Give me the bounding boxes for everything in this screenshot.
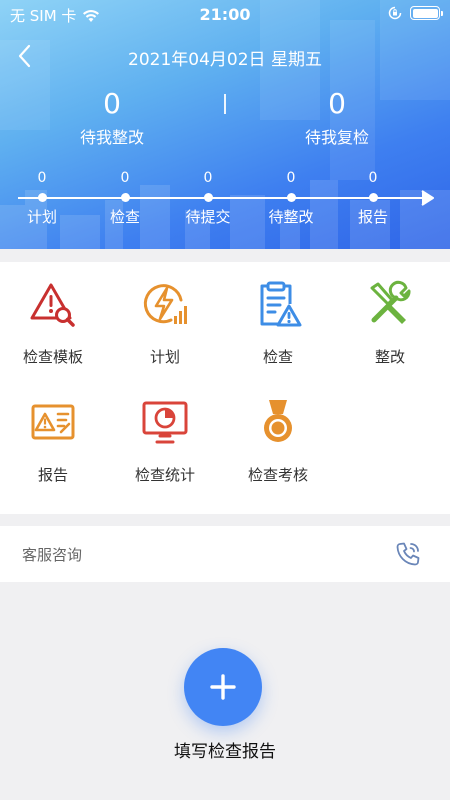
menu-item-inspection-template[interactable]: 检查模板 bbox=[0, 280, 109, 367]
add-report-label: 填写检查报告 bbox=[174, 742, 276, 762]
menu-item-label: 检查模板 bbox=[22, 348, 83, 366]
timeline-dot bbox=[203, 193, 213, 202]
timeline-dot bbox=[286, 193, 296, 202]
menu-item-label: 计划 bbox=[149, 348, 180, 366]
customer-service-row[interactable]: 客服咨询 bbox=[0, 526, 450, 582]
timeline-step-inspect[interactable]: 0 检查 bbox=[95, 168, 155, 227]
stat-value: 0 bbox=[328, 87, 346, 120]
menu-item-label: 检查统计 bbox=[134, 466, 195, 484]
menu-item-report[interactable]: 报告 bbox=[0, 398, 109, 485]
timeline-step-report[interactable]: 0 报告 bbox=[343, 168, 403, 227]
timeline-count: 0 bbox=[368, 170, 378, 186]
feature-grid: 检查模板 计划 检查 整改 报告 检查统计 检查考核 bbox=[0, 262, 450, 514]
menu-item-label: 检查 bbox=[262, 348, 293, 366]
menu-item-inspection-assessment[interactable]: 检查考核 bbox=[222, 398, 334, 485]
stat-divider bbox=[224, 94, 226, 114]
menu-item-plan[interactable]: 计划 bbox=[109, 280, 221, 367]
warning-search-icon bbox=[30, 283, 75, 327]
clipboard-warning-icon bbox=[260, 281, 302, 327]
timeline-label: 计划 bbox=[26, 208, 57, 226]
menu-item-label: 报告 bbox=[37, 466, 68, 484]
timeline-label: 待整改 bbox=[268, 208, 314, 226]
timeline-dot bbox=[368, 193, 378, 202]
menu-item-label: 整改 bbox=[374, 348, 405, 366]
add-report-button[interactable] bbox=[184, 648, 262, 726]
stat-label: 待我整改 bbox=[79, 128, 144, 147]
menu-item-inspect[interactable]: 检查 bbox=[222, 280, 334, 367]
timeline-step-plan[interactable]: 0 计划 bbox=[12, 168, 72, 227]
timeline-step-to-rectify[interactable]: 0 待整改 bbox=[261, 168, 321, 227]
report-warning-icon bbox=[31, 404, 75, 440]
lightning-chart-icon bbox=[143, 284, 187, 324]
timeline-label: 待提交 bbox=[185, 208, 231, 226]
timeline-label: 检查 bbox=[109, 208, 140, 226]
timeline-label: 报告 bbox=[357, 208, 388, 226]
menu-item-inspection-stats[interactable]: 检查统计 bbox=[109, 398, 221, 485]
timeline-dot bbox=[120, 193, 130, 202]
timeline-dot bbox=[37, 193, 47, 202]
plus-icon bbox=[210, 674, 236, 700]
stat-value: 0 bbox=[103, 87, 121, 120]
timeline-step-to-submit[interactable]: 0 待提交 bbox=[178, 168, 238, 227]
menu-item-label: 检查考核 bbox=[247, 466, 308, 484]
status-bar: 无 SIM 卡 21:00 bbox=[0, 0, 450, 30]
timeline-arrow-icon bbox=[412, 190, 434, 206]
medal-icon bbox=[264, 400, 292, 442]
timeline-count: 0 bbox=[286, 170, 296, 186]
phone-icon[interactable] bbox=[394, 540, 422, 568]
clock: 21:00 bbox=[199, 5, 251, 24]
battery-icon bbox=[410, 6, 443, 20]
timeline-count: 0 bbox=[37, 170, 47, 186]
rotation-lock-icon bbox=[388, 6, 402, 20]
customer-service-label: 客服咨询 bbox=[22, 546, 83, 564]
date-title: 2021年04月02日 星期五 bbox=[128, 50, 322, 70]
tools-icon bbox=[370, 280, 411, 324]
menu-item-rectify[interactable]: 整改 bbox=[334, 280, 446, 367]
stat-pending-rectify[interactable]: 0 待我整改 bbox=[22, 86, 202, 148]
stat-pending-recheck[interactable]: 0 待我复检 bbox=[247, 86, 427, 148]
header-banner: 无 SIM 卡 21:00 2021年04月02日 星期五 0 待我整改 0 待… bbox=[0, 0, 450, 249]
stat-label: 待我复检 bbox=[304, 128, 369, 147]
monitor-pie-chart-icon bbox=[142, 401, 188, 444]
timeline-count: 0 bbox=[203, 170, 213, 186]
timeline-count: 0 bbox=[120, 170, 130, 186]
